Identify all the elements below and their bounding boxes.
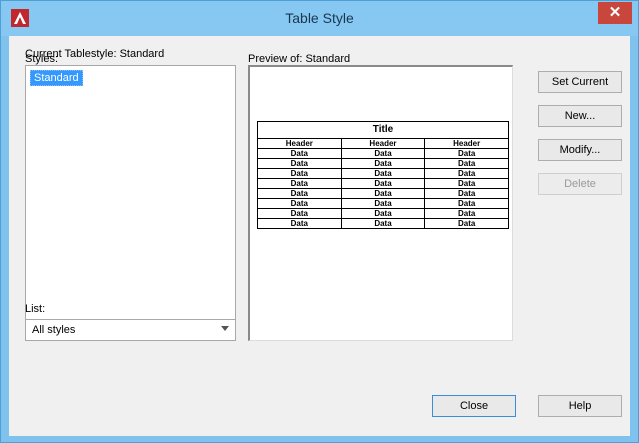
preview-table-cell: Data: [257, 168, 342, 179]
preview-table-cell: Data: [340, 168, 426, 179]
preview-table-cell: Data: [424, 218, 509, 229]
preview-table-cell: Data: [257, 188, 342, 199]
preview-table-row: Data Data Data: [257, 188, 509, 199]
table-style-dialog: Table Style ✕ Current Tablestyle: Standa…: [0, 0, 639, 443]
styles-label: Styles:: [25, 53, 59, 65]
preview-table-cell: Data: [257, 198, 342, 209]
style-item-standard[interactable]: Standard: [30, 70, 83, 86]
preview-table-cell: Data: [340, 198, 426, 209]
preview-table-title: Title: [257, 121, 509, 139]
preview-table-cell: Data: [424, 148, 509, 159]
preview-table-cell: Data: [424, 208, 509, 219]
close-window-icon[interactable]: ✕: [598, 2, 632, 24]
delete-button[interactable]: Delete: [538, 173, 622, 195]
preview-table-cell: Data: [424, 168, 509, 179]
preview-table-row: Data Data Data: [257, 198, 509, 209]
preview-table-cell: Data: [424, 158, 509, 169]
preview-table-cell: Data: [257, 158, 342, 169]
preview-table-cell: Data: [424, 178, 509, 189]
preview-table-cell: Data: [424, 198, 509, 209]
preview-pane: Title Header Header Header Data Data Data D…: [248, 65, 513, 341]
preview-table-header: Header: [340, 138, 426, 149]
preview-table-cell: Data: [424, 188, 509, 199]
preview-table-cell: Data: [340, 158, 426, 169]
preview-table-row: Data Data Data: [257, 158, 509, 169]
new-button[interactable]: New...: [538, 105, 622, 127]
title-bar[interactable]: Table Style ✕: [1, 1, 638, 36]
preview-table-row: Data Data Data: [257, 168, 509, 179]
preview-table: Title Header Header Header Data Data Data D…: [257, 121, 509, 229]
window-title: Table Style: [285, 10, 354, 26]
preview-table-cell: Data: [340, 148, 426, 159]
styles-list[interactable]: Standard: [25, 65, 236, 323]
preview-table-row: Data Data Data: [257, 218, 509, 229]
list-filter-dropdown[interactable]: All styles: [25, 319, 236, 341]
preview-table-header: Header: [424, 138, 509, 149]
preview-table-row: Data Data Data: [257, 178, 509, 189]
preview-table-cell: Data: [257, 218, 342, 229]
list-filter-value: All styles: [32, 324, 76, 336]
preview-table-cell: Data: [340, 188, 426, 199]
preview-table-cell: Data: [257, 208, 342, 219]
preview-table-header: Header: [257, 138, 342, 149]
preview-table-cell: Data: [257, 178, 342, 189]
preview-table-cell: Data: [340, 208, 426, 219]
modify-button[interactable]: Modify...: [538, 139, 622, 161]
list-label: List:: [25, 303, 46, 315]
set-current-button[interactable]: Set Current: [538, 71, 622, 93]
chevron-down-icon[interactable]: [221, 326, 229, 331]
preview-label: Preview of: Standard: [248, 53, 351, 65]
preview-table-cell: Data: [340, 178, 426, 189]
help-button[interactable]: Help: [538, 395, 622, 417]
close-button[interactable]: Close: [432, 395, 516, 417]
preview-table-cell: Data: [340, 218, 426, 229]
preview-table-row: Data Data Data: [257, 208, 509, 219]
preview-table-cell: Data: [257, 148, 342, 159]
preview-table-row: Data Data Data: [257, 148, 509, 159]
